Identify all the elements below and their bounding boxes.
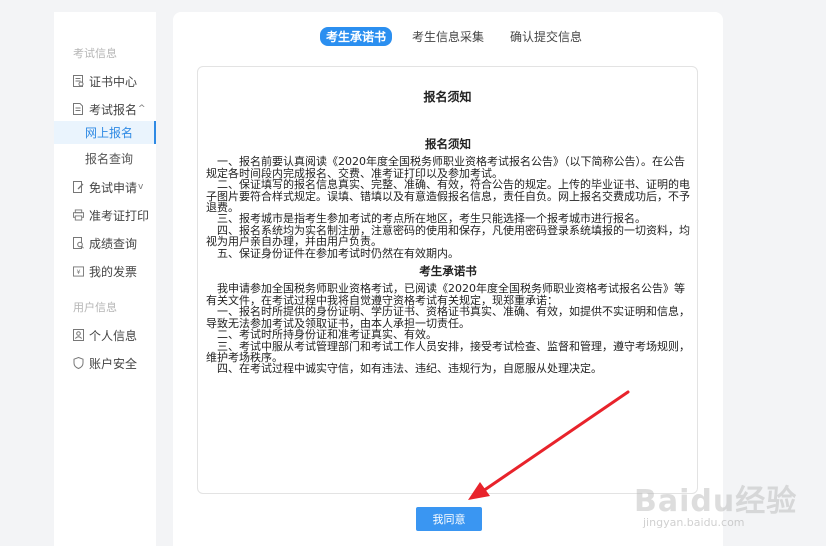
- sidebar-item-exam-signup[interactable]: 考试报名 ^: [54, 97, 156, 121]
- sidebar-item-exempt-apply[interactable]: 免试申请 v: [54, 175, 156, 199]
- chevron-down-icon: v: [138, 182, 144, 192]
- pledge-paragraph: 二、考试时所持身份证和准考证真实、有效。: [206, 328, 437, 342]
- invoice-icon: ¥: [73, 265, 84, 277]
- sidebar-item-label: 成绩查询: [89, 236, 138, 251]
- pledge-paragraph: 一、报名时所提供的身份证明、学历证书、资格证书真实、准确、有效，如提供不实证明和…: [206, 305, 690, 330]
- score-query-icon: [73, 237, 84, 249]
- pledge-paragraph: 四、在考试过程中诚实守信，如有违法、违纪、违规行为，自愿服从处理决定。: [206, 362, 602, 376]
- notice-paragraph: 二、保证填写的报名信息真实、完整、准确、有效，符合公告的规定。上传的毕业证书、证…: [206, 178, 690, 215]
- sidebar-item-label: 免试申请: [89, 180, 138, 195]
- sidebar-item-label: 准考证打印: [89, 208, 150, 223]
- agree-button[interactable]: 我同意: [416, 507, 482, 531]
- tab-info-collection[interactable]: 考生信息采集: [406, 27, 490, 46]
- sidebar-group-exam-info: 考试信息: [73, 47, 117, 60]
- notice-paragraph: 五、保证身份证件在参加考试时仍然在有效期内。: [206, 246, 459, 260]
- sidebar-item-label: 考试报名: [89, 102, 138, 117]
- notice-paragraph: 四、报名系统均为实名制注册，注意密码的使用和保存，凡使用密码登录系统填报的一切资…: [206, 223, 690, 249]
- notice-body: 报名须知 一、报名前要认真阅读《2020年度全国税务师职业资格考试报名公告》（以…: [206, 137, 690, 376]
- sidebar-item-label: 证书中心: [89, 74, 138, 89]
- notice-heading: 报名须知: [423, 90, 472, 104]
- sidebar-item-label: 网上报名: [85, 126, 134, 140]
- svg-text:¥: ¥: [76, 268, 80, 276]
- shield-icon: [73, 357, 84, 369]
- user-icon: [73, 329, 84, 341]
- tab-confirm-submit[interactable]: 确认提交信息: [504, 27, 588, 46]
- sidebar-item-online-signup[interactable]: 网上报名: [54, 121, 156, 144]
- sidebar-item-account-security[interactable]: 账户安全: [54, 351, 156, 375]
- pledge-paragraph: 三、考试中服从考试管理部门和考试工作人员安排，接受考试检查、监督和管理，遵守考场…: [206, 339, 690, 364]
- sidebar-item-label: 账户安全: [89, 356, 138, 371]
- notice-box: 报名须知 报名须知 一、报名前要认真阅读《2020年度全国税务师职业资格考试报名…: [197, 66, 698, 494]
- sidebar-item-label: 我的发票: [89, 264, 138, 279]
- section-title-signup-notice: 报名须知: [425, 137, 471, 151]
- tab-candidate-pledge[interactable]: 考生承诺书: [320, 27, 393, 46]
- sidebar-item-certificate-center[interactable]: 证书中心: [54, 69, 156, 93]
- sidebar-item-personal-info[interactable]: 个人信息: [54, 323, 156, 347]
- sidebar-group-user-info: 用户信息: [73, 301, 117, 314]
- sidebar-item-label: 报名查询: [85, 152, 134, 166]
- notice-paragraph: 一、报名前要认真阅读《2020年度全国税务师职业资格考试报名公告》（以下简称公告…: [206, 155, 685, 180]
- certificate-icon: [73, 75, 84, 87]
- sidebar-item-admission-print[interactable]: 准考证打印: [54, 203, 156, 227]
- sidebar-item-score-query[interactable]: 成绩查询: [54, 231, 156, 255]
- sidebar-item-signup-query[interactable]: 报名查询: [54, 147, 156, 170]
- signup-doc-icon: [73, 103, 84, 115]
- chevron-up-icon: ^: [138, 104, 146, 114]
- sidebar-item-my-invoice[interactable]: ¥ 我的发票: [54, 259, 156, 283]
- pledge-paragraph: 我申请参加全国税务师职业资格考试，已阅读《2020年度全国税务师职业资格考试报名…: [206, 282, 685, 307]
- exempt-apply-icon: [73, 181, 84, 193]
- step-tabs: 考生承诺书 考生信息采集 确认提交信息: [320, 27, 602, 46]
- sidebar-item-label: 个人信息: [89, 328, 138, 343]
- main-panel: 考生承诺书 考生信息采集 确认提交信息 报名须知 报名须知 一、报名前要认真阅读…: [173, 12, 723, 546]
- section-title-candidate-pledge: 考生承诺书: [419, 264, 477, 279]
- printer-icon: [73, 209, 84, 221]
- sidebar: 考试信息 证书中心 考试报名 ^ 网上报名 报名查询 免试申请 v 准考证打印: [54, 12, 156, 546]
